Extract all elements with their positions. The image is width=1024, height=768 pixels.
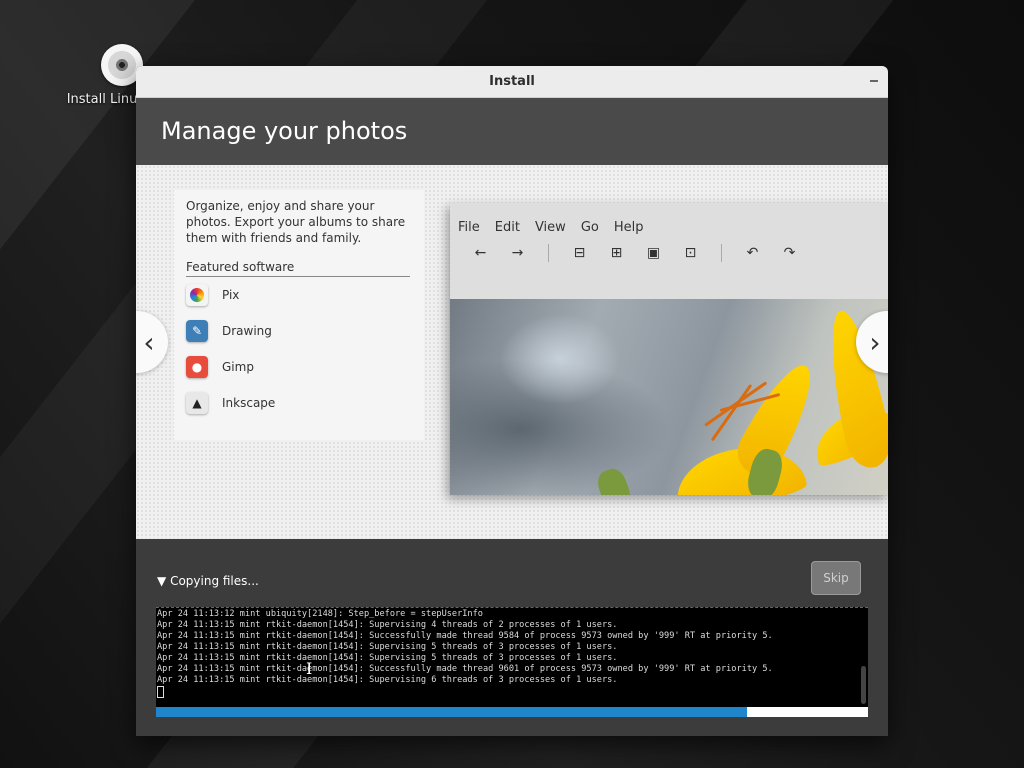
software-item-gimp: ● Gimp	[186, 349, 412, 385]
window-title: Install	[489, 74, 535, 89]
menu-help: Help	[613, 220, 644, 235]
text-cursor-icon: I	[306, 659, 313, 678]
log-line: Apr 24 11:13:15 mint rtkit-daemon[1454]:…	[157, 653, 618, 663]
rotate-left-icon: ↶	[746, 245, 759, 261]
pix-icon	[186, 284, 208, 306]
terminal-cursor	[157, 686, 164, 698]
rotate-right-icon: ↷	[783, 245, 796, 261]
software-label: Inkscape	[222, 396, 276, 410]
zoom-actual-icon: ▣	[646, 245, 661, 261]
software-item-pix: Pix	[186, 277, 412, 313]
titlebar[interactable]: Install	[136, 66, 888, 98]
menu-file: File	[458, 220, 480, 235]
arrow-left-icon: ←	[474, 245, 487, 261]
zoom-out-icon: ⊟	[573, 245, 586, 261]
app-menubar: File Edit View Go Help	[450, 203, 888, 235]
software-label: Pix	[222, 288, 240, 302]
log-line: Apr 24 11:13:15 mint rtkit-daemon[1454]:…	[157, 675, 618, 685]
inkscape-icon: ▲	[186, 392, 208, 414]
menu-view: View	[534, 220, 566, 235]
log-line: Apr 24 11:13:15 mint rtkit-daemon[1454]:…	[157, 664, 773, 674]
skip-button[interactable]: Skip	[811, 561, 861, 595]
toolbar-separator	[721, 244, 722, 262]
log-line: Apr 24 11:13:15 mint rtkit-daemon[1454]:…	[157, 631, 773, 641]
featured-software-heading: Featured software	[186, 260, 410, 277]
installer-window: Install Manage your photos Organize, enj…	[136, 66, 888, 736]
log-line: Apr 24 11:13:15 mint rtkit-daemon[1454]:…	[157, 642, 618, 652]
slide-banner: Manage your photos	[136, 98, 888, 165]
zoom-in-icon: ⊞	[610, 245, 623, 261]
info-card: Organize, enjoy and share your photos. E…	[174, 190, 424, 440]
gimp-icon: ●	[186, 356, 208, 378]
menu-edit: Edit	[494, 220, 520, 235]
drawing-icon: ✎	[186, 320, 208, 342]
toolbar-separator	[548, 244, 549, 262]
progress-area: ▼ Copying files... Skip Apr 24 11:13:12 …	[136, 539, 888, 736]
arrow-right-icon: →	[511, 245, 524, 261]
page-title: Manage your photos	[161, 117, 408, 145]
log-terminal[interactable]: Apr 24 11:13:12 mint ubiquity[2148]: Ste…	[156, 607, 868, 707]
progress-bar-fill	[156, 707, 747, 717]
terminal-scrollbar[interactable]	[861, 666, 866, 704]
menu-go: Go	[580, 220, 599, 235]
log-line: Apr 24 11:13:15 mint rtkit-daemon[1454]:…	[157, 620, 618, 630]
app-screenshot: File Edit View Go Help ← → ⊟ ⊞ ▣ ⊡ ↶ ↷	[450, 203, 888, 495]
software-item-drawing: ✎ Drawing	[186, 313, 412, 349]
progress-expander[interactable]: ▼ Copying files...	[157, 574, 259, 588]
app-toolbar: ← → ⊟ ⊞ ▣ ⊡ ↶ ↷	[450, 235, 888, 271]
minimize-icon[interactable]	[870, 80, 878, 82]
previous-slide-button[interactable]: ‹	[136, 311, 168, 373]
slide-description: Organize, enjoy and share your photos. E…	[186, 199, 406, 245]
software-label: Gimp	[222, 360, 254, 374]
slideshow: Organize, enjoy and share your photos. E…	[136, 165, 888, 539]
software-item-inkscape: ▲ Inkscape	[186, 385, 412, 421]
progress-bar	[156, 707, 868, 717]
triangle-down-icon: ▼	[157, 574, 167, 588]
software-label: Drawing	[222, 324, 272, 338]
log-line: Apr 24 11:13:12 mint ubiquity[2148]: Ste…	[157, 609, 483, 619]
progress-status: Copying files...	[170, 574, 259, 588]
lily-photo	[450, 299, 888, 495]
zoom-fit-icon: ⊡	[684, 245, 697, 261]
